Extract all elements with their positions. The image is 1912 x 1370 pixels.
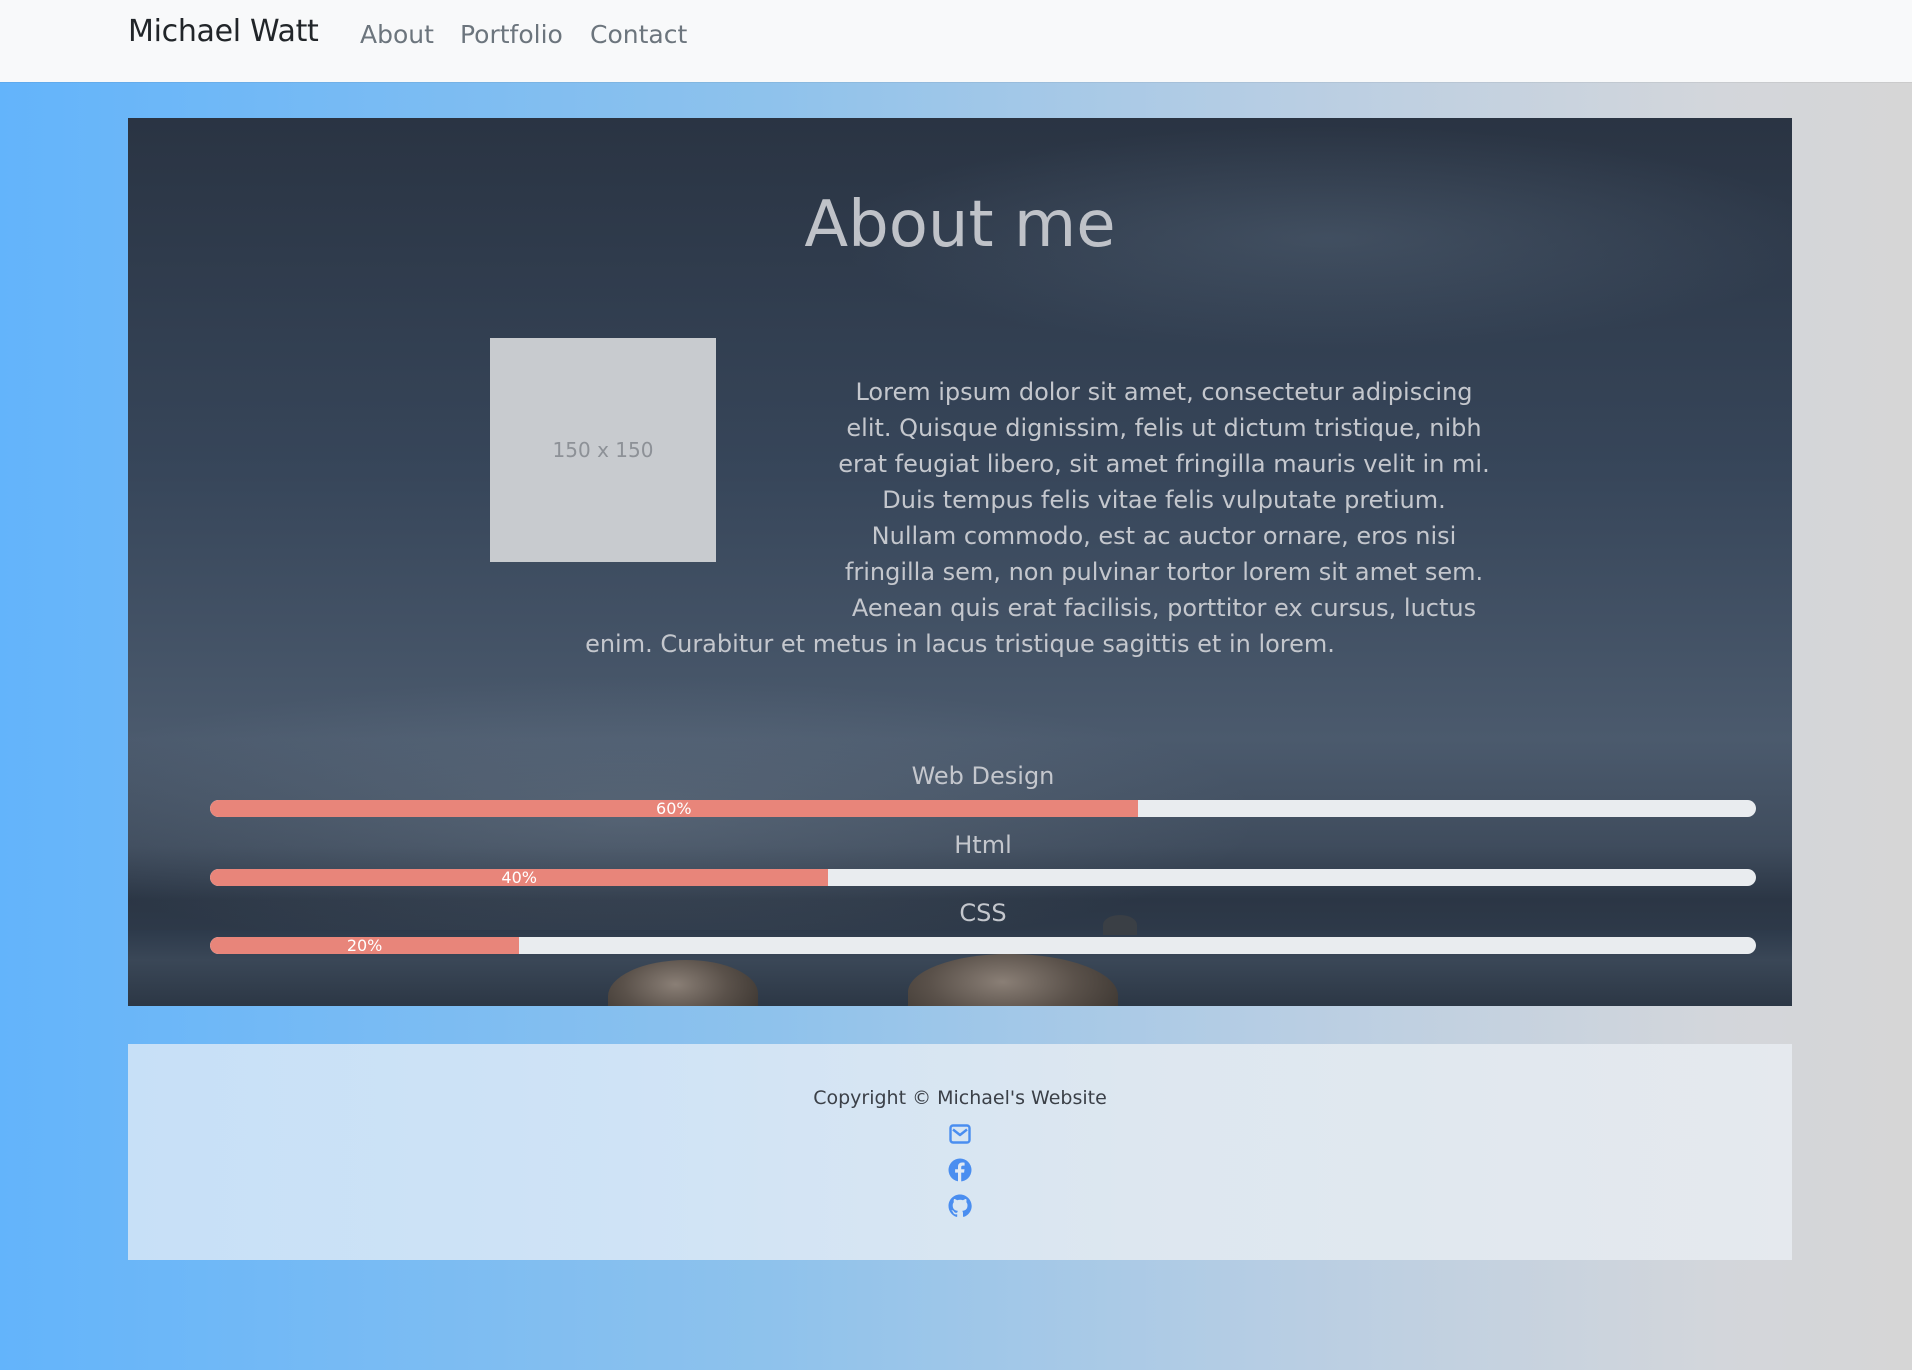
skill-label: CSS <box>959 899 1007 927</box>
facebook-icon[interactable] <box>948 1158 972 1182</box>
bio-line: Nullam commodo, est ac auctor ornare, er… <box>871 522 1457 550</box>
profile-image: 150 x 150 <box>490 338 716 562</box>
skill-label: Web Design <box>911 762 1055 790</box>
bio-line: Aenean quis erat facilisis, porttitor ex… <box>851 594 1477 622</box>
brand-link[interactable]: Michael Watt <box>128 14 319 49</box>
envelope-icon[interactable] <box>948 1122 972 1146</box>
bio-line: Lorem ipsum dolor sit amet, consectetur … <box>855 378 1473 406</box>
github-icon[interactable] <box>948 1194 972 1218</box>
skill-label: Html <box>954 831 1012 859</box>
bio-line: enim. Curabitur et metus in lacus tristi… <box>585 630 1335 658</box>
bio-line: fringilla sem, non pulvinar tortor lorem… <box>844 558 1484 586</box>
progress-bar: 20% <box>210 937 520 954</box>
progress-track: 40% <box>210 869 1756 886</box>
footer: Copyright © Michael's Website <box>128 1044 1792 1260</box>
navbar: Michael Watt About Portfolio Contact <box>0 0 1912 82</box>
progress-track: 60% <box>210 800 1756 817</box>
bio-line: erat feugiat libero, sit amet fringilla … <box>838 450 1490 478</box>
copyright-text: Copyright © Michael's Website <box>813 1087 1107 1109</box>
progress-bar: 40% <box>210 869 829 886</box>
progress-track: 20% <box>210 937 1756 954</box>
image-placeholder-label: 150 x 150 <box>552 438 654 462</box>
nav-link-about[interactable]: About <box>360 20 434 49</box>
nav-link-portfolio[interactable]: Portfolio <box>460 20 563 49</box>
nav-link-contact[interactable]: Contact <box>590 20 687 49</box>
progress-bar: 60% <box>210 800 1138 817</box>
bio-line: elit. Quisque dignissim, felis ut dictum… <box>846 414 1482 442</box>
about-section: About me 150 x 150 Lorem ipsum dolor sit… <box>128 118 1792 1006</box>
page-title: About me <box>804 188 1116 262</box>
bio-line: Duis tempus felis vitae felis vulputate … <box>882 486 1446 514</box>
